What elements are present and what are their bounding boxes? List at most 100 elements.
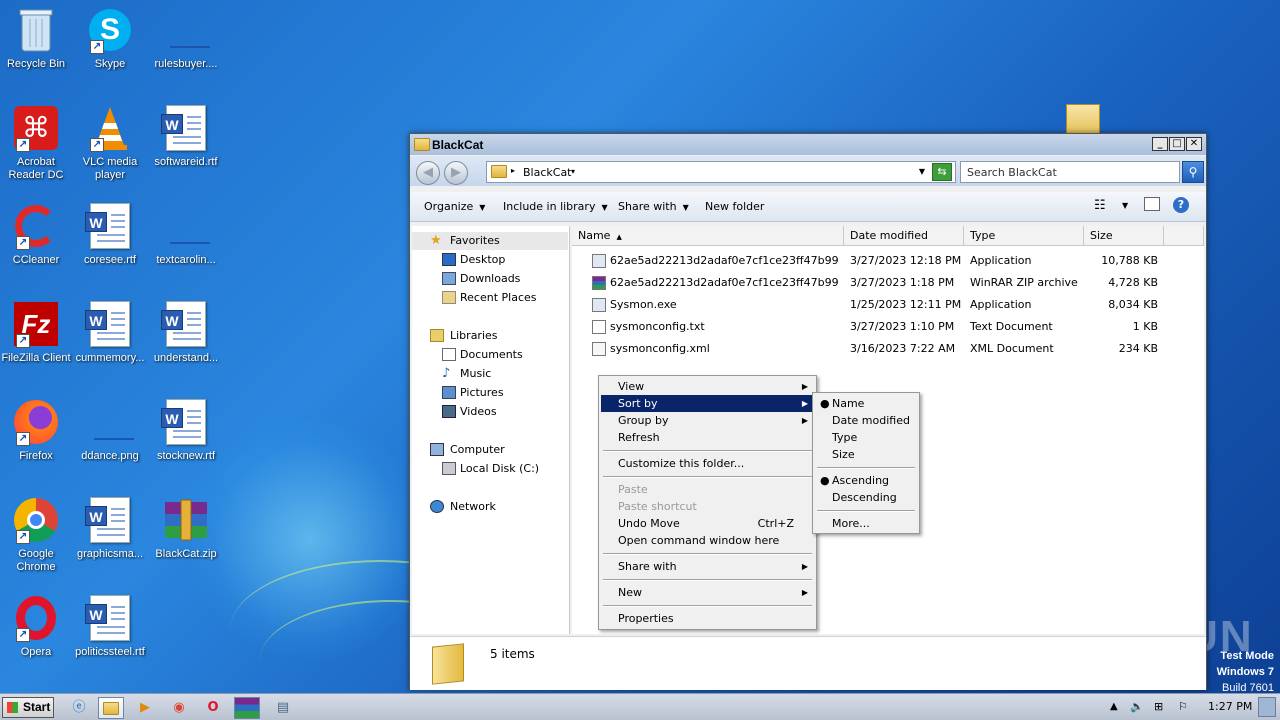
clock[interactable]: 1:27 PM: [1208, 697, 1252, 717]
nav-favorites[interactable]: ★ Favorites: [412, 232, 568, 250]
desktop-icon-label: cummemory...: [75, 352, 145, 364]
desktop-icon-firefox[interactable]: ↗ Firefox: [0, 398, 74, 463]
close-button[interactable]: ✕: [1186, 137, 1202, 151]
column-name[interactable]: Name ▲: [572, 226, 844, 246]
desktop-icon-rulesbuyer[interactable]: rulesbuyer....: [148, 6, 224, 71]
menu-item-group-by[interactable]: Group by ▶: [601, 412, 814, 429]
desktop-icon-chrome[interactable]: ↗ Google Chrome: [0, 496, 74, 574]
desktop-icon-skype[interactable]: S ↗ Skype: [72, 6, 148, 71]
sort-option-size[interactable]: Size: [815, 446, 917, 463]
organize-button[interactable]: Organize ▼: [424, 200, 485, 213]
show-hidden-icons[interactable]: ▲: [1110, 697, 1118, 717]
menu-item-undo-move[interactable]: Undo Move Ctrl+Z: [601, 515, 814, 532]
desktop-icon-understand[interactable]: W understand...: [148, 300, 224, 365]
share-with-button[interactable]: Share with ▼: [618, 200, 689, 213]
desktop-icon-acrobat[interactable]: ⌘ ↗ Acrobat Reader DC: [0, 104, 74, 182]
sort-option-type[interactable]: Type: [815, 429, 917, 446]
table-row[interactable]: sysmonconfig.xml 3/16/2023 7:22 AM XML D…: [572, 338, 1202, 360]
sort-option-descending[interactable]: Descending: [815, 489, 917, 506]
volume-icon[interactable]: 🔈: [1130, 697, 1144, 717]
search-input[interactable]: Search BlackCat: [960, 161, 1180, 183]
sort-option-more[interactable]: More...: [815, 515, 917, 532]
menu-item-sort-by[interactable]: Sort by ▶: [601, 395, 814, 412]
start-button[interactable]: Start: [2, 697, 54, 718]
desktop-icon-softwareid[interactable]: W softwareid.rtf: [148, 104, 224, 169]
preview-pane-icon[interactable]: [1144, 197, 1160, 211]
back-button[interactable]: ◀: [416, 161, 440, 185]
chevron-down-icon[interactable]: ▼: [1122, 201, 1128, 210]
address-bar[interactable]: ▸ BlackCat ▾ ▼: [486, 161, 956, 183]
nav-network[interactable]: Network: [412, 498, 568, 516]
nav-documents[interactable]: Documents: [412, 346, 568, 364]
nav-recent-places[interactable]: Recent Places: [412, 289, 568, 307]
table-row[interactable]: 62ae5ad22213d2adaf0e7cf1ce23ff47b996f6..…: [572, 250, 1202, 272]
desktop-folder-icon[interactable]: [1066, 104, 1100, 134]
file-date: 3/27/2023 1:10 PM: [850, 320, 955, 333]
desktop-icon-politicssteel[interactable]: W politicssteel.rtf: [72, 594, 148, 659]
breadcrumb[interactable]: BlackCat: [523, 166, 572, 179]
include-in-library-button[interactable]: Include in library ▼: [503, 200, 608, 213]
internet-explorer-icon[interactable]: ⓔ: [66, 697, 92, 719]
desktop-icon-vlc[interactable]: ↗ VLC media player: [72, 104, 148, 182]
desktop-icon-textcarolin[interactable]: textcarolin...: [148, 202, 224, 267]
network-tray-icon[interactable]: ⊞: [1154, 697, 1163, 717]
sort-option-name[interactable]: ● Name: [815, 395, 917, 412]
new-folder-button[interactable]: New folder: [705, 200, 764, 213]
column-type[interactable]: Type: [964, 226, 1084, 246]
nav-desktop[interactable]: Desktop: [412, 251, 568, 269]
menu-item-new[interactable]: New ▶: [601, 584, 814, 601]
notepad-taskbar-icon[interactable]: ▤: [270, 697, 296, 719]
minimize-button[interactable]: _: [1152, 137, 1168, 151]
menu-item-open-command-window[interactable]: Open command window here: [601, 532, 814, 549]
menu-item-refresh[interactable]: Refresh: [601, 429, 814, 446]
column-date-modified[interactable]: Date modified: [844, 226, 964, 246]
desktop-icon-opera[interactable]: ↗ Opera: [0, 594, 74, 659]
desktop-icon-coresee[interactable]: W coresee.rtf: [72, 202, 148, 267]
maximize-button[interactable]: □: [1169, 137, 1185, 151]
nav-downloads[interactable]: Downloads: [412, 270, 568, 288]
nav-libraries[interactable]: Libraries: [412, 327, 568, 345]
nav-videos[interactable]: Videos: [412, 403, 568, 421]
media-player-icon[interactable]: ▶: [132, 697, 158, 719]
table-row[interactable]: sysmonconfig.txt 3/27/2023 1:10 PM Text …: [572, 316, 1202, 338]
nav-pictures[interactable]: Pictures: [412, 384, 568, 402]
desktop-icon-graphicsma[interactable]: W graphicsma...: [72, 496, 148, 561]
forward-button[interactable]: ▶: [444, 161, 468, 185]
context-menu[interactable]: View ▶ Sort by ▶ Group by ▶ Refresh Customi…: [598, 375, 817, 630]
sort-option-ascending[interactable]: ● Ascending: [815, 472, 917, 489]
desktop-icon-filezilla[interactable]: Fz ↗ FileZilla Client: [0, 300, 74, 365]
search-icon[interactable]: ⚲: [1182, 161, 1204, 183]
winrar-taskbar-button[interactable]: [234, 697, 260, 719]
explorer-taskbar-button[interactable]: [98, 697, 124, 719]
nav-computer[interactable]: Computer: [412, 441, 568, 459]
show-desktop-button[interactable]: [1258, 697, 1276, 717]
table-row[interactable]: Sysmon.exe 1/25/2023 12:11 PM Applicatio…: [572, 294, 1202, 316]
refresh-button[interactable]: ⇆: [932, 163, 952, 181]
sort-by-submenu[interactable]: ● Name Date modified Type Size ● Ascending…: [812, 392, 920, 534]
address-dropdown-icon[interactable]: ▼: [919, 167, 925, 176]
breadcrumb-arrow-icon[interactable]: ▸: [511, 166, 515, 175]
sort-option-date-modified[interactable]: Date modified: [815, 412, 917, 429]
desktop-icon-recycle-bin[interactable]: Recycle Bin: [0, 6, 74, 71]
help-icon[interactable]: ?: [1173, 197, 1189, 213]
view-options-icon[interactable]: ☷: [1094, 198, 1106, 213]
chevron-down-icon[interactable]: ▾: [571, 167, 575, 176]
desktop-icon-ddance[interactable]: ddance.png: [72, 398, 148, 463]
menu-item-view[interactable]: View ▶: [601, 378, 814, 395]
opera-taskbar-icon[interactable]: O: [200, 697, 226, 719]
action-center-icon[interactable]: ⚐: [1178, 697, 1188, 717]
menu-item-customize[interactable]: Customize this folder...: [601, 455, 814, 472]
nav-local-disk[interactable]: Local Disk (C:): [412, 460, 568, 478]
nav-music[interactable]: ♪ Music: [412, 365, 568, 383]
title-bar[interactable]: BlackCat _ □ ✕: [410, 134, 1206, 155]
desktop-icon-ccleaner[interactable]: ↗ CCleaner: [0, 202, 74, 267]
desktop-icon-stocknew[interactable]: W stocknew.rtf: [148, 398, 224, 463]
desktop-icon-cummemory[interactable]: W cummemory...: [72, 300, 148, 365]
column-size[interactable]: Size: [1084, 226, 1164, 246]
table-row[interactable]: 62ae5ad22213d2adaf0e7cf1ce23ff47b996f6..…: [572, 272, 1202, 294]
menu-item-properties[interactable]: Properties: [601, 610, 814, 627]
menu-item-share-with[interactable]: Share with ▶: [601, 558, 814, 575]
word-document-icon: W: [161, 398, 210, 446]
chrome-taskbar-icon[interactable]: ◉: [166, 697, 192, 719]
desktop-icon-blackcat-zip[interactable]: BlackCat.zip: [148, 496, 224, 561]
